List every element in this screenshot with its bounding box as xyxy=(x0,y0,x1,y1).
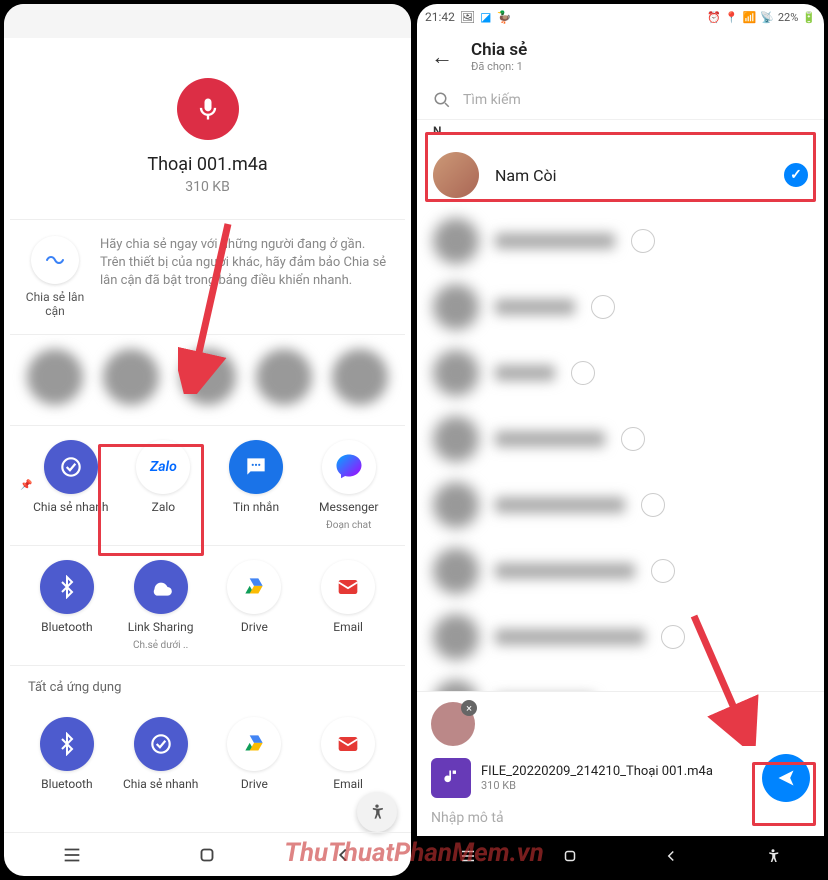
suggested-contact[interactable] xyxy=(20,349,90,405)
app-header: ← Chia sẻ Đã chọn: 1 xyxy=(417,30,824,83)
back-arrow-icon[interactable]: ← xyxy=(431,44,453,70)
status-icon: 🖼 xyxy=(460,10,475,24)
link-sharing-icon xyxy=(134,560,188,614)
highlight-contact xyxy=(425,132,816,202)
contact-row[interactable] xyxy=(417,670,824,691)
highlight-zalo xyxy=(98,444,204,556)
header-subtitle: Đã chọn: 1 xyxy=(471,60,527,73)
app-messages[interactable]: Tin nhắn xyxy=(210,440,303,531)
nearby-share-icon xyxy=(31,236,79,284)
nearby-share-text: Hãy chia sẻ ngay với những người đang ở … xyxy=(100,236,391,291)
signal-icon: 📡 xyxy=(760,11,774,24)
accessibility-button[interactable] xyxy=(763,847,783,865)
file-name: FILE_20220209_214210_Thoại 001.m4a xyxy=(481,764,752,779)
all-apps-label: Tất cả ứng dụng xyxy=(10,665,405,703)
app-bluetooth[interactable]: Bluetooth xyxy=(20,560,114,651)
app-quick-share-2[interactable]: Chia sẻ nhanh xyxy=(114,717,208,791)
mic-icon xyxy=(177,78,239,140)
app-messenger[interactable]: Messenger Đoạn chat xyxy=(302,440,395,531)
highlight-send xyxy=(752,762,816,826)
quick-share-icon xyxy=(134,717,188,771)
app-drive-2[interactable]: Drive xyxy=(208,717,302,791)
suggested-contact[interactable] xyxy=(96,349,166,405)
messages-icon xyxy=(229,440,283,494)
bluetooth-icon xyxy=(40,717,94,771)
home-button[interactable] xyxy=(560,847,580,865)
app-row-3: Bluetooth Chia sẻ nhanh Drive Email xyxy=(10,703,405,805)
search-placeholder: Tìm kiếm xyxy=(463,92,521,108)
contact-row[interactable] xyxy=(417,604,824,670)
alarm-icon: ⏰ xyxy=(707,11,721,24)
search-icon xyxy=(433,91,451,109)
app-email[interactable]: Email xyxy=(301,560,395,651)
search-bar[interactable]: Tìm kiếm xyxy=(417,83,824,120)
contact-row[interactable] xyxy=(417,406,824,472)
share-header: Thoại 001.m4a 310 KB xyxy=(10,38,405,219)
navigation-bar xyxy=(4,832,411,876)
status-time: 21:42 xyxy=(425,10,455,24)
status-bar xyxy=(4,4,411,38)
contact-row[interactable] xyxy=(417,538,824,604)
messenger-icon xyxy=(322,440,376,494)
file-size: 310 KB xyxy=(10,179,405,195)
app-row-1: 📌 Chia sẻ nhanh Zalo Zalo Tin nhắn Messe… xyxy=(10,425,405,545)
suggested-contact[interactable] xyxy=(172,349,242,405)
suggested-contacts-row xyxy=(10,334,405,425)
nearby-share-row[interactable]: Chia sẻ lân cận Hãy chia sẻ ngay với nhữ… xyxy=(10,219,405,334)
nearby-share-label: Chia sẻ lân cận xyxy=(24,290,86,318)
back-button[interactable] xyxy=(661,847,681,865)
wifi-icon: 📶 xyxy=(742,11,756,24)
suggested-contact[interactable] xyxy=(325,349,395,405)
status-icon: ◪ xyxy=(480,10,491,24)
battery-text: 22% xyxy=(778,11,798,24)
status-icon: 🦆 xyxy=(496,10,511,24)
recents-button[interactable] xyxy=(61,844,83,866)
header-title: Chia sẻ xyxy=(471,40,527,60)
file-name: Thoại 001.m4a xyxy=(10,154,405,175)
app-link-sharing[interactable]: Link Sharing Ch.sẻ dưới .. xyxy=(114,560,208,651)
app-email-2[interactable]: Email xyxy=(301,717,395,791)
file-size: 310 KB xyxy=(481,779,752,792)
bluetooth-icon xyxy=(40,560,94,614)
recents-button[interactable] xyxy=(458,847,478,865)
navigation-bar xyxy=(417,836,824,876)
email-icon xyxy=(321,717,375,771)
battery-icon: 🔋 xyxy=(802,11,816,24)
audio-file-icon xyxy=(431,758,471,798)
email-icon xyxy=(321,560,375,614)
contact-row[interactable] xyxy=(417,208,824,274)
home-button[interactable] xyxy=(196,844,218,866)
quick-share-icon xyxy=(44,440,98,494)
selected-contact-chip[interactable] xyxy=(431,702,475,746)
accessibility-button[interactable] xyxy=(357,792,397,832)
app-drive[interactable]: Drive xyxy=(208,560,302,651)
status-bar: 21:42 🖼 ◪ 🦆 ⏰ 📍 📶 📡 22% 🔋 xyxy=(417,4,824,30)
contact-row[interactable] xyxy=(417,472,824,538)
right-phone-zalo-share: 21:42 🖼 ◪ 🦆 ⏰ 📍 📶 📡 22% 🔋 ← Chia sẻ Đã c… xyxy=(417,4,824,876)
suggested-contact[interactable] xyxy=(249,349,319,405)
contact-row[interactable] xyxy=(417,340,824,406)
location-icon: 📍 xyxy=(725,11,739,24)
drive-icon xyxy=(227,560,281,614)
contact-row[interactable] xyxy=(417,274,824,340)
drive-icon xyxy=(227,717,281,771)
app-bluetooth-2[interactable]: Bluetooth xyxy=(20,717,114,791)
app-row-2: Bluetooth Link Sharing Ch.sẻ dưới .. Dri… xyxy=(10,545,405,665)
contact-list[interactable]: Nam Còi xyxy=(417,142,824,691)
left-phone-share-sheet: Thoại 001.m4a 310 KB Chia sẻ lân cận Hãy… xyxy=(4,4,411,876)
back-button[interactable] xyxy=(332,844,354,866)
